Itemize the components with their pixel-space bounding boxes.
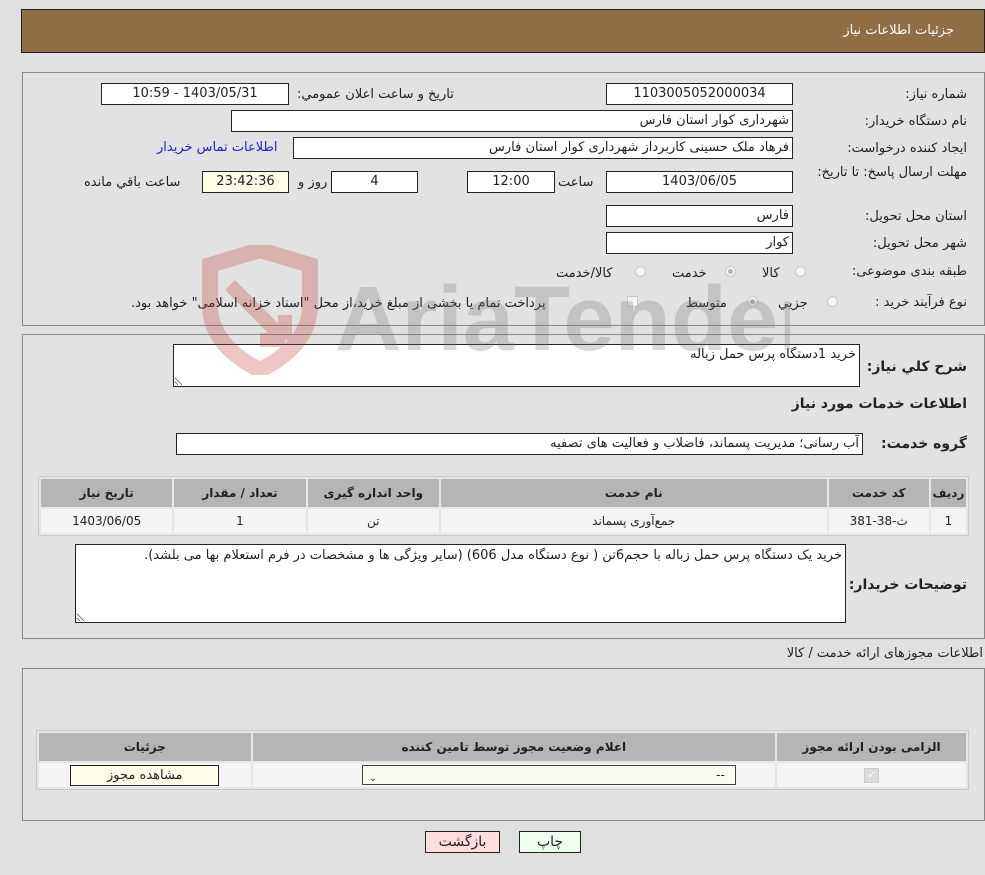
remaining-time-field: 23:42:36 [202,171,289,193]
province-field: فارس [606,205,793,227]
cell-permit-details: مشاهده مجوز [39,763,251,787]
col-permit-required: الزامی بودن ارائه مجوز [777,733,966,761]
permits-table: الزامی بودن ارائه مجوز اعلام وضعيت مجوز … [36,730,969,790]
deadline-time-label: ساعت [558,175,594,190]
category-label: طبقه بندی موضوعی: [851,264,967,279]
general-desc-textarea[interactable] [173,344,860,387]
cell-row-number: 1 [930,509,966,533]
permits-section-title: اطلاعات مجوزهای ارائه خدمت / کالا [786,646,983,661]
need-number-label: شماره نياز: [905,87,967,102]
category-radio-goods-service[interactable] [635,266,646,277]
cell-service-name: جمع‌آوری پسماند [440,509,827,533]
cell-permit-required: ✓ [777,763,966,787]
deadline-date-field: 1403/06/05 [606,171,793,193]
page-header: جزئيات اطلاعات نياز [21,9,985,53]
col-service-code: کد خدمت [828,479,929,507]
general-desc-label: شرح کلي نياز: [866,359,967,375]
deadline-label: مهلت ارسال پاسخ: تا تاريخ: [817,165,967,180]
service-group-field: آب رسانی؛ مديريت پسماند، فاضلاب و فعاليت… [176,433,863,455]
permit-required-checkbox: ✓ [864,768,880,783]
deadline-time-field: 12:00 [467,171,555,193]
city-label: شهر محل تحويل: [872,236,967,251]
treasury-checkbox[interactable] [627,296,638,307]
col-permit-details: جزئيات [39,733,251,761]
cell-permit-status: -- ⌄ [252,763,776,787]
buyer-org-field: شهرداری کوار استان فارس [231,110,793,132]
category-radio-goods[interactable] [795,266,806,277]
process-label: نوع فرآيند خريد : [875,295,967,310]
buyer-contact-link[interactable]: اطلاعات تماس خريدار [157,140,277,155]
col-permit-status: اعلام وضعيت مجوز توسط تامين کننده [252,733,776,761]
col-service-name: نام خدمت [440,479,827,507]
days-label: روز و [298,175,328,190]
table-row: ✓ -- ⌄ مشاهده مجوز [39,763,966,787]
process-radio-medium[interactable] [747,296,758,307]
remaining-label: ساعت باقي مانده [84,175,181,190]
announce-label: تاريخ و ساعت اعلان عمومي: [297,87,454,102]
col-unit: واحد اندازه گيری [307,479,439,507]
treasury-note: پرداخت تمام يا بخشی از مبلغ خريد،از محل … [131,296,546,311]
permit-status-value: -- [716,768,725,782]
category-radio-service[interactable] [725,266,736,277]
table-row: 1 ث-38-381 جمع‌آوری پسماند تن 1 1403/06/… [41,509,966,533]
requester-field: فرهاد ملک حسینی کاربرداز شهرداری کوار اس… [293,137,793,159]
days-field: 4 [331,171,418,193]
cell-quantity: 1 [174,509,306,533]
permits-table-header: الزامی بودن ارائه مجوز اعلام وضعيت مجوز … [39,733,966,761]
col-need-date: تاريخ نياز [41,479,173,507]
services-heading: اطلاعات خدمات مورد نياز [791,396,967,412]
service-group-label: گروه خدمت: [881,436,967,452]
announce-datetime-field: 1403/05/31 - 10:59 [101,83,289,105]
cell-service-code: ث-38-381 [828,509,929,533]
view-permit-button[interactable]: مشاهده مجوز [70,764,220,786]
cell-unit: تن [307,509,439,533]
services-table-header: رديف کد خدمت نام خدمت واحد اندازه گيری ت… [41,479,966,507]
buyer-notes-textarea[interactable] [75,544,846,623]
category-option-goods: کالا [762,266,780,281]
need-number-field: 1103005052000034 [606,83,793,105]
process-option-medium: متوسط [686,296,727,311]
cell-need-date: 1403/06/05 [41,509,173,533]
buyer-notes-label: توضيحات خريدار: [848,577,967,593]
print-button[interactable]: چاپ [519,831,581,853]
col-quantity: تعداد / مقدار [174,479,306,507]
process-option-minor: جزيي [778,296,808,311]
requester-label: ايجاد کننده درخواست: [847,141,967,156]
city-field: کوار [606,232,793,254]
services-table: رديف کد خدمت نام خدمت واحد اندازه گيری ت… [38,476,969,536]
permit-status-select[interactable]: -- ⌄ [361,765,736,785]
chevron-down-icon: ⌄ [368,773,378,784]
province-label: استان محل تحويل: [865,209,967,224]
buyer-org-label: نام دستگاه خريدار: [864,114,967,129]
process-radio-minor[interactable] [827,296,838,307]
col-row-number: رديف [930,479,966,507]
back-button[interactable]: بازگشت [425,831,500,853]
page-title: جزئيات اطلاعات نياز [843,23,954,38]
category-option-goods-service: کالا/خدمت [556,266,613,281]
category-option-service: خدمت [672,266,707,281]
